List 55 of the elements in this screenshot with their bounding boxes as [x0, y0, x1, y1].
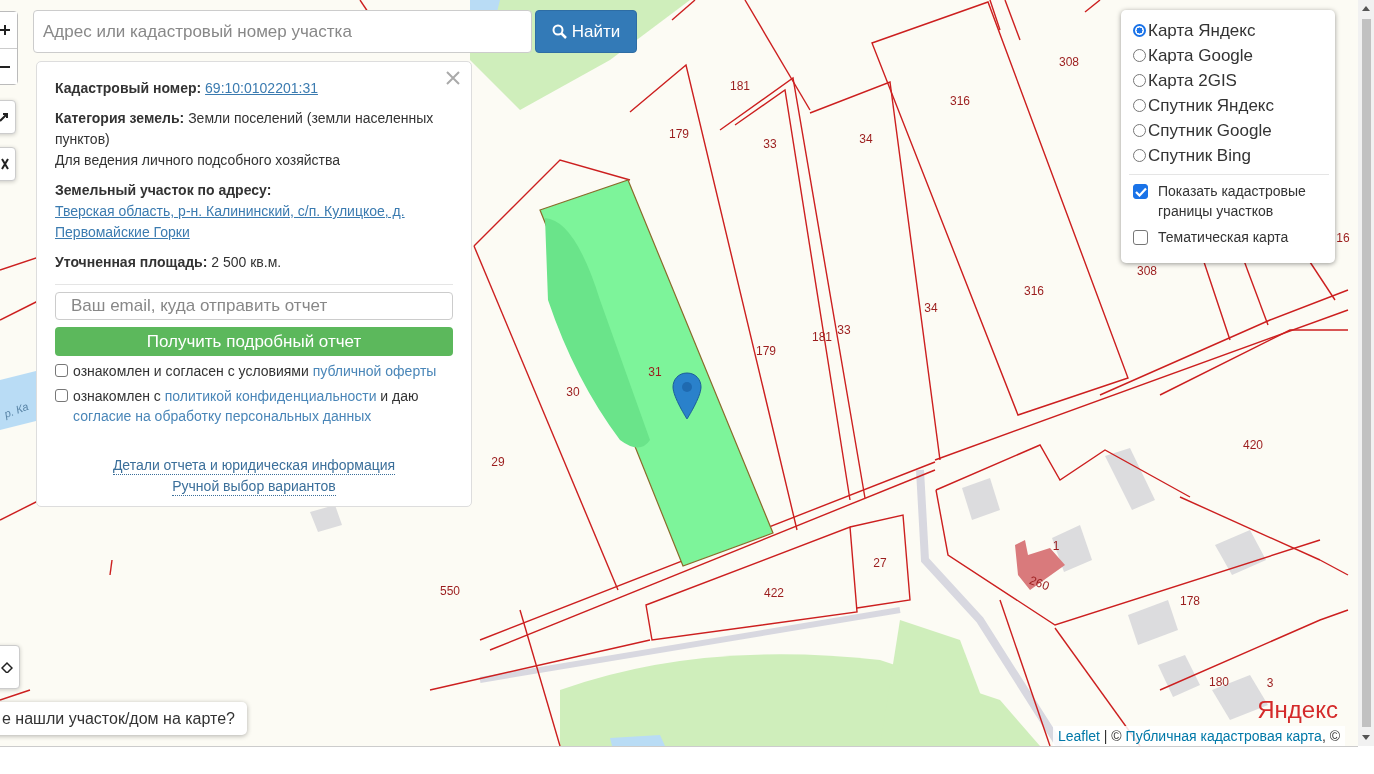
overlay-label: Тематическая карта [1158, 228, 1289, 247]
not-found-button[interactable]: е нашли участок/дом на карте? [0, 702, 247, 735]
base-layer-option[interactable]: Спутник Яндекс [1133, 93, 1274, 118]
consent-text: ознакомлен и согласен с условиями публичной оферты [73, 362, 437, 381]
parcel-number: 27 [873, 556, 887, 570]
search-field[interactable]: Адрес или кадастровый номер участка [33, 10, 532, 53]
parcel-number: 34 [924, 301, 938, 315]
parcel-number: 180 [1209, 675, 1229, 689]
parcel-field: Кадастровый номер: 69:10:0102201:31 [55, 78, 453, 99]
parcel-field: Уточненная площадь: 2 500 кв.м. [55, 252, 453, 273]
parcel-number: 3 [1266, 676, 1274, 690]
parcel-note: Для ведения личного подсобного хозяйства [55, 151, 342, 170]
base-layer-option[interactable]: Карта 2GIS [1133, 68, 1237, 93]
parcel-link[interactable]: 69:10:0102201:31 [205, 80, 318, 96]
base-layer-option[interactable]: Карта Google [1133, 43, 1254, 68]
parcel-number: 33 [763, 137, 777, 151]
parcel-number: 420 [1243, 438, 1263, 452]
parcel-number: 34 [859, 132, 873, 146]
parcel-number: 30 [566, 385, 580, 399]
parcel-number: 16 [1336, 231, 1350, 245]
parcel-number: 308 [1059, 55, 1079, 69]
consent-link[interactable]: согласие на обработку персональных данных [73, 408, 372, 424]
base-layer-option[interactable]: Карта Яндекс [1133, 18, 1256, 43]
river-label: р. Ка [2, 400, 31, 420]
parcel-field: Категория земель: Земли поселений (земли населенных пунктов) [55, 108, 453, 150]
parcel-number: 178 [1180, 594, 1200, 608]
parcel-number: 181 [730, 79, 750, 93]
consent-link[interactable]: публичной оферты [312, 363, 437, 379]
map-attribution: Leaflet | © Публичная кадастровая карта, © [1052, 726, 1345, 746]
parcel-number: 33 [837, 323, 851, 337]
base-layer-option[interactable]: Спутник Google [1133, 118, 1272, 143]
parcel-number: 1 [1052, 539, 1060, 553]
details-link[interactable]: Детали отчета и юридическая информация [112, 456, 396, 475]
parcel-number: 422 [764, 586, 784, 600]
overlay-label: Показать кадастровые границы участков [1158, 182, 1307, 221]
base-layer-option[interactable]: Спутник Bing [1133, 143, 1251, 168]
parcel-number: 31 [648, 365, 662, 379]
parcel-link[interactable]: Тверская область, р-н. Калининский, с/п. Кулицкое, д. Первомайские Горки [55, 201, 453, 243]
details-link[interactable]: Ручной выбор вариантов [172, 477, 336, 496]
parcel-number: 260 [1027, 573, 1052, 594]
parcel-number: 550 [440, 584, 460, 598]
attribution-link[interactable]: Публичная кадастровая карта [1125, 728, 1322, 744]
parcel-number: 179 [756, 344, 776, 358]
consent-text: ознакомлен с политикой конфиденциальности и даю согласие на обработку персональных данных [73, 387, 420, 426]
consent-link[interactable]: политикой конфиденциальности [164, 388, 377, 404]
parcel-number: 179 [669, 127, 689, 141]
map-logo: Яндекс [1257, 696, 1338, 723]
parcel-number: 316 [950, 94, 970, 108]
email-field[interactable]: Ваш email, куда отправить отчет [55, 292, 453, 321]
parcel-number: 29 [491, 455, 505, 469]
attribution-link[interactable]: Leaflet [1057, 728, 1100, 744]
parcel-number: 308 [1137, 264, 1157, 278]
parcel-field: Земельный участок по адресу: Тверская область, р-н. Калининский, с/п. Кулицкое, д. Первомайские Горки [55, 180, 453, 243]
parcel-number: 316 [1024, 284, 1044, 298]
search-button[interactable]: Найти [535, 10, 637, 53]
